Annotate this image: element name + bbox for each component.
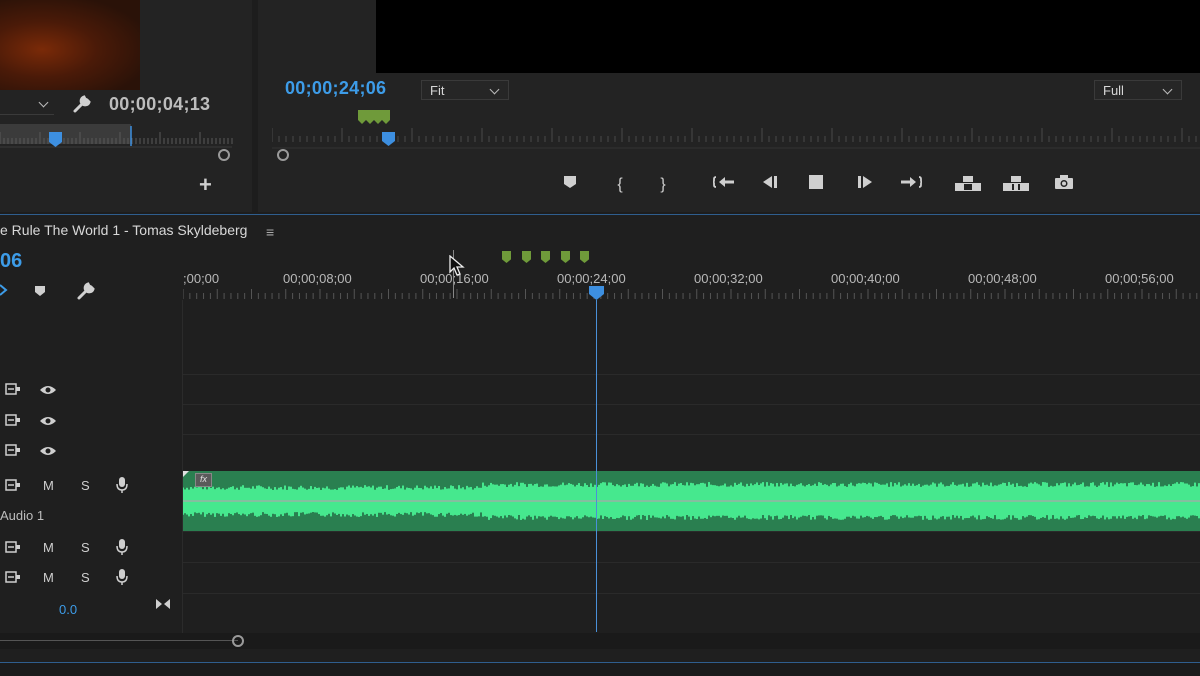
solo-track-button[interactable]: S	[81, 478, 90, 493]
zoom-handle[interactable]	[277, 149, 289, 161]
ruler-label: 00;00;24;00	[557, 271, 626, 286]
ruler-label: 00;00;32;00	[694, 271, 763, 286]
source-dropdown[interactable]	[0, 96, 54, 115]
timeline-time-ruler[interactable]: ;00;00 00;00;08;00 00;00;16;00 00;00;24;…	[183, 265, 1200, 301]
ruler-label: 00;00;40;00	[831, 271, 900, 286]
go-to-in-icon	[711, 176, 734, 188]
lift-icon	[955, 176, 981, 191]
add-marker-button[interactable]	[559, 174, 581, 196]
program-video-frame	[376, 0, 1200, 73]
playhead-line	[596, 300, 597, 632]
zoom-level-dropdown[interactable]: Fit	[421, 80, 509, 100]
step-back-button[interactable]	[759, 174, 781, 196]
ruler-label: 00;00;48;00	[968, 271, 1037, 286]
chevron-down-icon	[38, 97, 49, 108]
program-time-ruler[interactable]	[272, 104, 1200, 162]
extract-button[interactable]	[1002, 174, 1030, 196]
mark-in-button[interactable]: {	[609, 174, 631, 196]
go-to-pan-icon[interactable]	[155, 597, 171, 615]
chevron-down-icon	[489, 84, 500, 95]
export-frame-button[interactable]	[1053, 174, 1075, 196]
audio-track-name[interactable]: Audio 1	[0, 508, 44, 523]
toggle-sync-lock-icon[interactable]	[5, 382, 21, 400]
ruler-label: 00;00;08;00	[283, 271, 352, 286]
source-time-ruler[interactable]	[0, 122, 235, 162]
mute-track-button[interactable]: M	[43, 540, 54, 555]
play-icon	[858, 176, 872, 188]
video-track-row[interactable]	[183, 434, 1200, 469]
mouse-cursor-icon	[449, 254, 465, 282]
video-track-row[interactable]	[183, 374, 1200, 405]
zoom-handle[interactable]	[218, 149, 230, 161]
toggle-sync-lock-icon[interactable]	[5, 570, 21, 588]
ruler-label: 00;00;56;00	[1105, 271, 1174, 286]
audio-track-row[interactable]	[183, 562, 1200, 594]
stop-icon	[809, 175, 823, 189]
zoom-level-value: Fit	[430, 83, 445, 98]
eye-icon[interactable]	[39, 414, 57, 432]
solo-track-button[interactable]: S	[81, 570, 90, 585]
microphone-icon[interactable]	[116, 476, 128, 499]
mark-out-icon: }	[660, 176, 666, 193]
clip-corner-indicator	[183, 471, 189, 477]
chevron-down-icon	[1162, 84, 1173, 95]
extract-icon	[1003, 176, 1029, 191]
eye-icon[interactable]	[39, 383, 57, 401]
sequence-tab-title[interactable]: e Rule The World 1 - Tomas Skyldeberg	[0, 222, 247, 238]
bottom-bar	[0, 663, 1200, 676]
mute-track-button[interactable]: M	[43, 478, 54, 493]
microphone-icon[interactable]	[116, 568, 128, 591]
go-to-in-button[interactable]	[711, 174, 738, 196]
go-to-out-button[interactable]	[897, 174, 924, 196]
eye-icon[interactable]	[39, 444, 57, 462]
program-playhead[interactable]	[382, 132, 395, 141]
go-to-out-icon	[901, 176, 924, 188]
wrench-icon[interactable]	[72, 94, 92, 119]
camera-icon	[1055, 175, 1073, 189]
lift-button[interactable]	[954, 174, 982, 196]
mark-out-button[interactable]: }	[652, 174, 674, 196]
add-icon[interactable]: +	[199, 174, 212, 196]
playback-resolution-dropdown[interactable]: Full	[1094, 80, 1182, 100]
master-volume-value[interactable]: 0.0	[59, 602, 77, 617]
audio-track-row[interactable]	[183, 531, 1200, 563]
microphone-icon[interactable]	[116, 538, 128, 561]
mute-track-button[interactable]: M	[43, 570, 54, 585]
audio-waveform	[183, 482, 1200, 520]
audio-clip[interactable]: fx	[183, 471, 1200, 531]
source-playhead[interactable]	[49, 132, 62, 142]
program-timecode[interactable]: 00;00;24;06	[285, 78, 386, 99]
mark-in-icon: {	[617, 176, 623, 193]
ruler-label: ;00;00	[183, 271, 220, 286]
toggle-sync-lock-icon[interactable]	[5, 443, 21, 461]
master-track-row[interactable]	[183, 593, 1200, 634]
stop-button[interactable]	[805, 174, 827, 196]
playback-resolution-value: Full	[1103, 83, 1124, 98]
video-track-row[interactable]	[183, 404, 1200, 435]
toggle-sync-lock-icon[interactable]	[5, 478, 21, 496]
timeline-horizontal-scrollbar[interactable]	[0, 633, 1200, 649]
timeline-timecode[interactable]: 06	[0, 250, 22, 273]
toggle-sync-lock-icon[interactable]	[5, 540, 21, 558]
toggle-sync-lock-icon[interactable]	[5, 413, 21, 431]
track-headers	[0, 300, 183, 635]
marker-icon	[564, 176, 576, 188]
fx-badge[interactable]: fx	[195, 473, 212, 487]
source-timecode[interactable]: 00;00;04;13	[109, 94, 210, 115]
solo-track-button[interactable]: S	[81, 540, 90, 555]
program-marker-cluster[interactable]	[358, 110, 390, 120]
source-preview-frame	[0, 0, 140, 90]
step-back-icon	[763, 176, 777, 188]
sequence-tab-menu-icon[interactable]: ≡	[266, 224, 274, 240]
step-forward-button[interactable]	[854, 174, 876, 196]
